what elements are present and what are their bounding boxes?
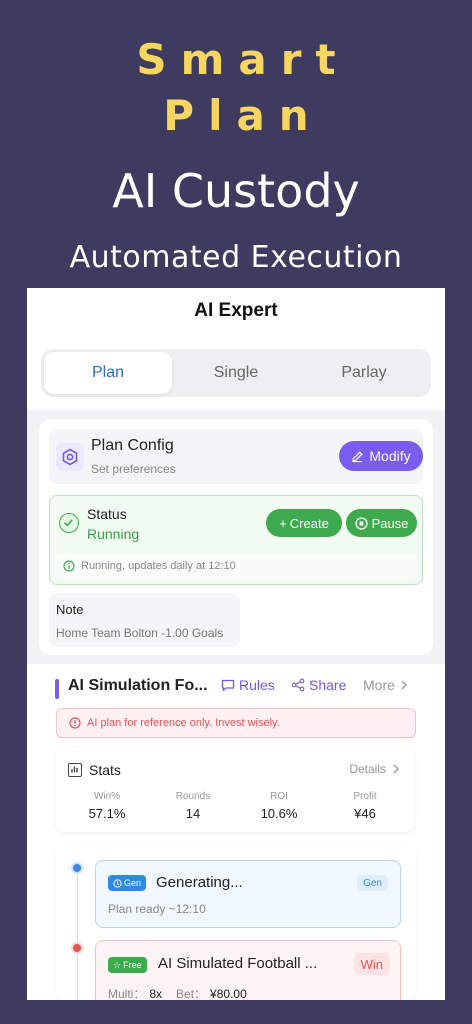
star-icon: ☆ — [113, 959, 122, 970]
info-icon — [63, 560, 75, 572]
status-info: Running, updates daily at 12:10 — [55, 553, 417, 579]
check-circle-icon — [59, 513, 79, 533]
stat-value: 57.1% — [88, 806, 126, 821]
hexagon-settings-icon — [56, 443, 84, 471]
stat-label: ROI — [270, 791, 288, 802]
tab-bar: Plan Single Parlay — [41, 349, 431, 397]
gen-status-badge: Gen — [357, 875, 388, 891]
hero-title-line1: Smart — [136, 35, 350, 84]
status-panel: Status Running + Create Pause Running, u… — [49, 495, 423, 585]
rules-link[interactable]: Rules — [221, 677, 275, 693]
tab-parlay[interactable]: Parlay — [300, 352, 428, 394]
section-accent-bar — [55, 679, 59, 699]
status-value: Running — [87, 526, 140, 542]
more-label: More — [363, 677, 395, 693]
generating-subtitle: Plan ready ~12:10 — [108, 902, 206, 916]
note-title: Note — [56, 602, 84, 617]
bet-label: Bet： — [176, 987, 207, 1000]
bet-value: ¥80.00 — [210, 987, 247, 1000]
multi-field: Multi： 8x — [108, 985, 162, 1000]
hero-title-line2: Plan — [163, 91, 323, 140]
create-button[interactable]: + Create — [266, 509, 342, 537]
stat-label: Win% — [93, 791, 121, 802]
alert-icon — [69, 717, 81, 729]
share-label: Share — [309, 677, 347, 693]
generating-card[interactable]: Gen Generating... Gen Plan ready ~12:10 — [95, 860, 401, 928]
plan-config-title: Plan Config — [91, 437, 174, 454]
chat-icon — [221, 679, 235, 692]
promo-hero: Smart Plan AI Custody Automated Executio… — [0, 0, 472, 288]
share-link[interactable]: Share — [291, 677, 346, 693]
status-info-text: Running, updates daily at 12:10 — [81, 560, 236, 572]
stat-label: Rounds — [175, 791, 211, 802]
multi-value: 8x — [149, 987, 163, 1000]
generating-title: Generating... — [156, 874, 243, 891]
timeline-dot-generating — [71, 862, 83, 874]
warning-banner: AI plan for reference only. Invest wisel… — [56, 708, 416, 738]
pause-button[interactable]: Pause — [346, 509, 417, 537]
bar-chart-icon — [68, 763, 82, 777]
tab-single[interactable]: Single — [172, 352, 300, 394]
tab-plan[interactable]: Plan — [44, 352, 172, 394]
free-plan-meta: Multi： 8x Bet： ¥80.00 — [108, 985, 247, 1000]
stat-profit: Profit ¥46 — [320, 791, 410, 821]
more-link[interactable]: More — [363, 677, 408, 693]
rules-label: Rules — [239, 677, 275, 693]
modify-button[interactable]: Modify — [339, 441, 423, 471]
timeline-line — [77, 860, 78, 1000]
multi-label: Multi： — [108, 987, 146, 1000]
plan-config-subtitle: Set preferences — [91, 462, 176, 476]
page-title: AI Expert — [194, 300, 278, 321]
clock-icon — [113, 878, 122, 888]
free-tag: ☆ Free — [108, 957, 147, 973]
share-icon — [291, 678, 305, 692]
plan-timeline: Gen Generating... Gen Plan ready ~12:10 … — [56, 846, 416, 1000]
chevron-right-icon — [401, 680, 407, 690]
chevron-right-icon — [393, 764, 399, 774]
note-box: Note Home Team Bolton -1.00 Goals — [49, 593, 240, 647]
pause-label: Pause — [371, 515, 409, 531]
stop-circle-icon — [354, 516, 368, 530]
simulation-section: AI Simulation Fo... Rules Share More AI … — [27, 664, 445, 1000]
plus-icon: + — [279, 515, 287, 531]
gen-tag-label: Gen — [124, 878, 142, 888]
note-value: Home Team Bolton -1.00 Goals — [56, 626, 224, 640]
stats-details-link[interactable]: Details — [349, 762, 400, 776]
bet-field: Bet： ¥80.00 — [176, 985, 247, 1000]
details-label: Details — [349, 762, 386, 776]
hero-subtitle: AI Custody — [112, 164, 360, 218]
free-tag-label: Free — [123, 960, 142, 970]
free-plan-card[interactable]: ☆ Free AI Simulated Football ... Win Mul… — [95, 940, 401, 1000]
modify-label: Modify — [369, 448, 411, 464]
create-label: Create — [289, 515, 329, 531]
plan-card: Plan Config Set preferences Modify Statu… — [39, 419, 433, 655]
stat-label: Profit — [353, 791, 377, 802]
stat-win-rate: Win% 57.1% — [62, 791, 152, 821]
stats-card: Stats Details Win% 57.1% Rounds 14 ROI 1… — [56, 748, 414, 832]
stats-title: Stats — [89, 762, 121, 778]
status-title: Status — [87, 506, 127, 522]
stat-value: ¥46 — [354, 806, 376, 821]
timeline-dot-win — [71, 942, 83, 954]
free-plan-title: AI Simulated Football ... — [158, 955, 318, 972]
gen-tag: Gen — [108, 875, 147, 891]
app-screen: AI Expert Plan Single Parlay Plan Config… — [27, 288, 445, 1000]
plan-config-row: Plan Config Set preferences Modify — [49, 429, 423, 484]
section-title: AI Simulation Fo... — [68, 677, 208, 694]
app-header: AI Expert Plan Single Parlay — [27, 288, 445, 410]
stat-rounds: Rounds 14 — [148, 791, 238, 821]
stat-roi: ROI 10.6% — [234, 791, 324, 821]
warning-text: AI plan for reference only. Invest wisel… — [87, 717, 280, 729]
pencil-icon — [352, 450, 364, 462]
stat-value: 14 — [185, 806, 201, 821]
win-status-badge: Win — [353, 953, 390, 975]
hero-tagline: Automated Execution — [69, 240, 403, 275]
stat-value: 10.6% — [260, 806, 298, 821]
